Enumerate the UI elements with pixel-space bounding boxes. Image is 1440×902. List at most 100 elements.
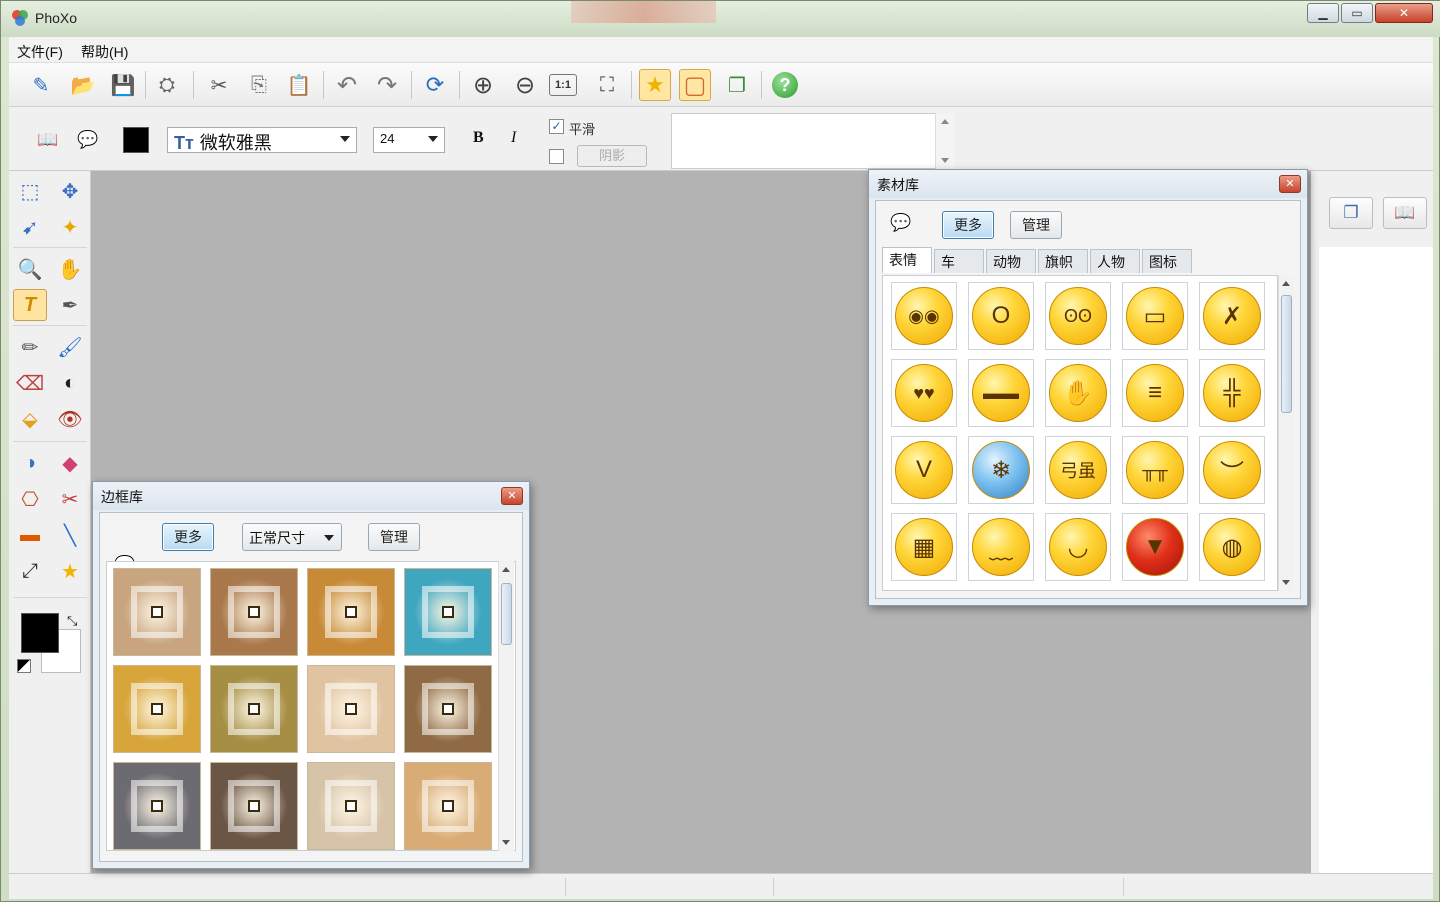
minimize-button[interactable]: ▁ <box>1307 3 1339 23</box>
frame-brown-wood[interactable] <box>210 568 298 656</box>
close-icon[interactable]: ✕ <box>1279 175 1301 193</box>
scroll-up-icon[interactable] <box>941 119 949 124</box>
tab-icons[interactable]: 图标 <box>1142 249 1192 273</box>
new-icon[interactable]: ✎ <box>25 69 57 101</box>
emoji-slap-cell[interactable]: ✋ <box>1045 359 1111 427</box>
move-icon[interactable]: ✥ <box>53 175 87 207</box>
frame-scrollbar[interactable] <box>498 561 514 851</box>
emoji-weak-cell[interactable]: 弓虽 <box>1045 436 1111 504</box>
emoji-cold-cell[interactable]: ❄ <box>968 436 1034 504</box>
emoji-grin-cell[interactable]: ≡ <box>1122 359 1188 427</box>
book-icon[interactable]: 📖 <box>35 127 61 153</box>
book-icon[interactable]: 📖 <box>1383 197 1427 229</box>
zoom-icon[interactable]: 🔍 <box>13 253 47 285</box>
frame-library-title[interactable]: 边框库 <box>93 482 529 510</box>
fit-window-icon[interactable]: ⛶ <box>591 69 623 101</box>
save-icon[interactable]: 💾 <box>107 69 139 101</box>
emoji-love-cell[interactable]: ♥♥ <box>891 359 957 427</box>
text-color-swatch[interactable] <box>123 127 149 153</box>
eyedropper-icon[interactable]: ✒ <box>53 289 87 321</box>
undo-icon[interactable]: ↶ <box>331 69 363 101</box>
layers-list[interactable] <box>1319 247 1433 873</box>
emoji-sad-cell[interactable]: ︶ <box>1199 436 1265 504</box>
frame-zebra-wood[interactable] <box>404 665 492 753</box>
emoji-yawn-cell[interactable]: O <box>968 282 1034 350</box>
emoji-devil-cell[interactable]: ▼ <box>1122 513 1188 581</box>
smooth-checkbox[interactable]: ✓ <box>549 119 564 134</box>
tab-cars[interactable]: 车 <box>934 249 984 273</box>
material-library-title[interactable]: 素材库 <box>869 170 1307 198</box>
gradient-icon[interactable]: ▬ <box>13 519 47 551</box>
batch-icon[interactable]: ⛭ <box>151 69 183 101</box>
lasso-select-icon[interactable]: ➹ <box>13 211 47 243</box>
frame-gold-ornate[interactable] <box>113 665 201 753</box>
manage-button[interactable]: 管理 <box>368 523 420 551</box>
refresh-icon[interactable]: ⟳ <box>419 69 451 101</box>
hand-icon[interactable]: ✋ <box>53 253 87 285</box>
tab-expressions[interactable]: 表情 <box>882 247 932 273</box>
dodge-icon[interactable]: ◑ <box>13 447 47 479</box>
shadow-button[interactable]: 阴影 <box>577 145 647 167</box>
text-tool-icon[interactable]: T <box>13 289 47 321</box>
swap-colors-icon[interactable]: ⤡ <box>67 613 77 629</box>
frame-olive-gold[interactable] <box>210 665 298 753</box>
zoom-out-icon[interactable]: ⊖ <box>509 69 541 101</box>
maximize-button[interactable]: ▭ <box>1341 3 1373 23</box>
scroll-down-icon[interactable] <box>502 840 510 845</box>
text-input[interactable] <box>671 113 955 169</box>
menu-help[interactable]: 帮助(H) <box>81 42 128 62</box>
italic-button[interactable]: I <box>511 129 516 147</box>
menu-file[interactable]: 文件(F) <box>17 42 63 62</box>
emoji-bandaged-cell[interactable]: ▭ <box>1122 282 1188 350</box>
zoom-in-icon[interactable]: ⊕ <box>467 69 499 101</box>
emoji-annoyed-cell[interactable]: ╬ <box>1199 359 1265 427</box>
scroll-up-icon[interactable] <box>1282 281 1290 286</box>
close-button[interactable]: ✕ <box>1375 3 1433 23</box>
scroll-down-icon[interactable] <box>941 158 949 163</box>
cut-icon[interactable]: ✂ <box>203 69 235 101</box>
more-button[interactable]: 更多 <box>942 211 994 239</box>
manage-button[interactable]: 管理 <box>1010 211 1062 239</box>
frame-dark-oak[interactable] <box>210 762 298 850</box>
scroll-thumb[interactable] <box>1281 295 1292 413</box>
frame-golden-glow[interactable] <box>307 568 395 656</box>
eraser-icon[interactable]: ⌫ <box>13 367 47 399</box>
font-family-select[interactable]: Tт 微软雅黑 <box>167 127 357 153</box>
brush-icon[interactable]: 🖌 <box>53 331 87 363</box>
heal-icon[interactable]: ✂ <box>53 483 87 515</box>
emoji-sweat-cell[interactable]: ﹏ <box>968 513 1034 581</box>
frame-grey-metal[interactable] <box>113 762 201 850</box>
star-shape-icon[interactable]: ★ <box>53 555 87 587</box>
frame-beige-wood[interactable] <box>113 568 201 656</box>
transform-icon[interactable]: ⤢ <box>13 555 47 587</box>
frame-size-select[interactable]: 正常尺寸 <box>242 523 342 551</box>
reset-colors-icon[interactable] <box>17 659 31 673</box>
frame-lace-pattern[interactable] <box>307 665 395 753</box>
emoji-stunned-cell[interactable]: ✗ <box>1199 282 1265 350</box>
emoji-dizzy-cell[interactable]: ʘʘ <box>1045 282 1111 350</box>
title-bar[interactable]: PhoXo ▁ ▭ ✕ <box>1 1 1440 37</box>
contrast-icon[interactable]: ◐ <box>53 367 87 399</box>
emoji-happy-cell[interactable]: ◡ <box>1045 513 1111 581</box>
shadow-checkbox[interactable] <box>549 149 564 164</box>
image-stack-icon[interactable]: ❐ <box>721 69 753 101</box>
bold-button[interactable]: B <box>473 129 484 147</box>
magic-wand-icon[interactable]: ✦ <box>53 211 87 243</box>
scroll-thumb[interactable] <box>501 583 512 645</box>
line-icon[interactable]: ╲ <box>53 519 87 551</box>
close-icon[interactable]: ✕ <box>501 487 523 505</box>
emoji-cool-cell[interactable]: ▬▬ <box>968 359 1034 427</box>
red-eye-icon[interactable]: 👁 <box>53 403 87 435</box>
pencil-icon[interactable]: ✏ <box>13 331 47 363</box>
foreground-color-swatch[interactable] <box>21 613 59 653</box>
scroll-up-icon[interactable] <box>502 567 510 572</box>
copy-icon[interactable]: ⎘ <box>243 69 275 101</box>
more-button[interactable]: 更多 <box>162 523 214 551</box>
stamp-icon[interactable]: ⎔ <box>13 483 47 515</box>
actual-size-icon[interactable]: 1:1 <box>549 74 577 96</box>
tab-people[interactable]: 人物 <box>1090 249 1140 273</box>
frame-cream-floral[interactable] <box>307 762 395 850</box>
material-library-icon[interactable]: ★ <box>639 69 671 101</box>
scroll-down-icon[interactable] <box>1282 580 1290 585</box>
frame-teal-pattern[interactable] <box>404 568 492 656</box>
